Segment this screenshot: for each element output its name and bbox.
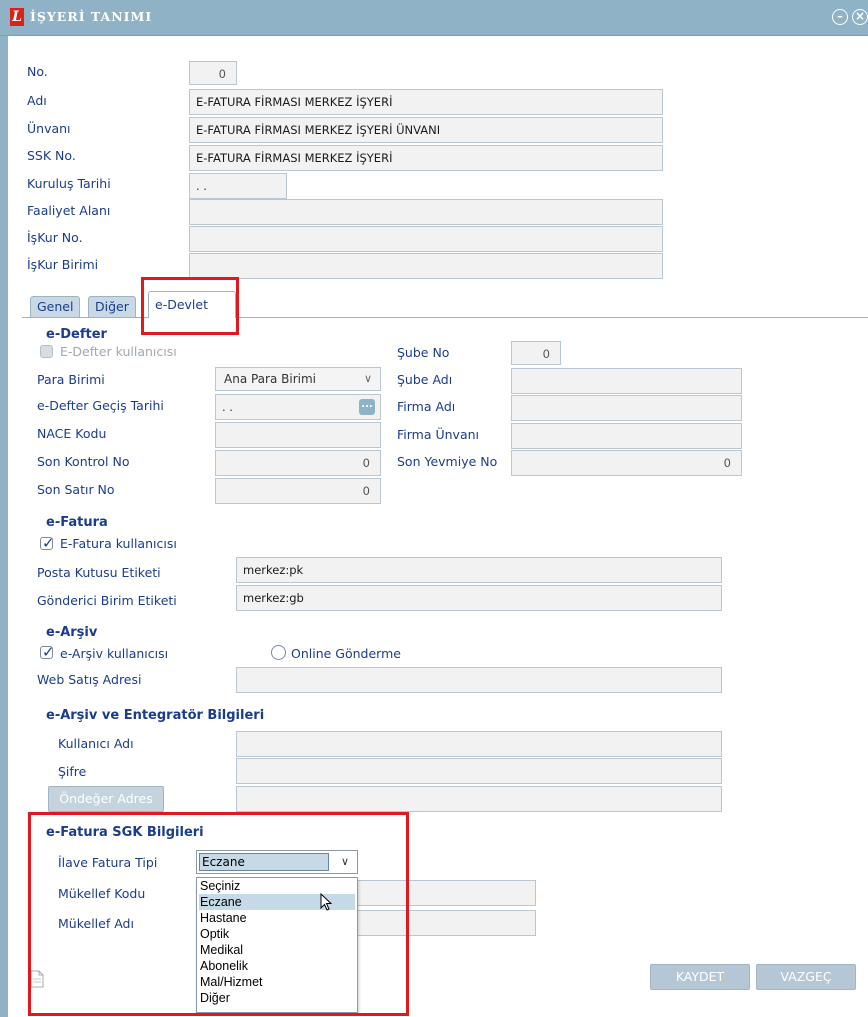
web-satis-field[interactable] [236, 667, 722, 693]
online-gonderme-checkbox[interactable] [271, 645, 286, 660]
kurulus-field[interactable]: . . [189, 173, 287, 199]
iskur-birimi-label: İşKur Birimi [27, 257, 99, 272]
para-birimi-value: Ana Para Birimi [224, 372, 316, 386]
efatura-kullanici-label: E-Fatura kullanıcısı [60, 536, 177, 551]
tab-genel[interactable]: Genel [30, 296, 81, 317]
son-yevmiye-label: Son Yevmiye No [397, 454, 498, 469]
firma-unvani-field[interactable] [511, 423, 742, 449]
firma-unvani-label: Firma Ünvanı [397, 427, 480, 442]
ssk-field[interactable]: E-FATURA FİRMASI MERKEZ İŞYERİ [189, 145, 663, 171]
son-yevmiye-field[interactable]: 0 [511, 450, 742, 476]
online-gonderme-label: Online Gönderme [291, 646, 401, 661]
edefter-gecis-label: e-Defter Geçiş Tarihi [37, 398, 164, 413]
son-kontrol-label: Son Kontrol No [37, 454, 130, 469]
firma-adi-label: Firma Adı [397, 399, 456, 414]
earsiv-checkbox[interactable]: ✓ [40, 643, 55, 661]
close-icon[interactable]: × [852, 9, 868, 25]
vazgec-button[interactable]: VAZGEÇ [756, 964, 856, 990]
son-kontrol-field[interactable]: 0 [215, 450, 381, 476]
no-label: No. [27, 64, 48, 79]
sube-no-field[interactable]: 0 [511, 341, 561, 365]
date-picker-button[interactable]: ... [359, 399, 375, 415]
app-logo-icon: L [10, 8, 24, 26]
posta-kutusu-label: Posta Kutusu Etiketi [37, 565, 161, 580]
nace-label: NACE Kodu [37, 426, 107, 441]
earsiv-kullanici-label: e-Arşiv kullanıcısı [60, 646, 169, 661]
iskur-no-field[interactable] [189, 226, 663, 252]
unvan-field[interactable]: E-FATURA FİRMASI MERKEZ İŞYERİ ÜNVANI [189, 117, 663, 143]
efatura-title: e-Fatura [46, 515, 108, 530]
entegrator-title: e-Arşiv ve Entegratör Bilgileri [46, 708, 265, 723]
tab-diger[interactable]: Diğer [88, 296, 136, 317]
nace-field[interactable] [215, 422, 381, 448]
iskur-birimi-field[interactable] [189, 253, 663, 279]
faaliyet-field[interactable] [189, 199, 663, 225]
faaliyet-label: Faaliyet Alanı [27, 203, 111, 218]
chevron-down-icon: ∨ [363, 372, 372, 385]
adi-field[interactable]: E-FATURA FİRMASI MERKEZ İŞYERİ [189, 89, 663, 115]
sube-no-label: Şube No [397, 345, 450, 360]
ondeger-adres-button[interactable]: Öndeğer Adres [48, 786, 164, 812]
sifre-field[interactable] [236, 758, 722, 784]
gonderici-field[interactable]: merkez:gb [236, 585, 722, 611]
window-frame [0, 36, 8, 1017]
efatura-checkbox[interactable]: ✓ [40, 534, 55, 552]
para-birimi-dropdown[interactable]: Ana Para Birimi ∨ [215, 367, 381, 391]
unvan-label: Ünvanı [27, 121, 71, 136]
highlight-box-sgk [28, 812, 409, 1016]
sifre-label: Şifre [58, 764, 87, 779]
kullanici-adi-label: Kullanıcı Adı [58, 736, 134, 751]
edefter-gecis-field[interactable]: . . [215, 394, 381, 420]
kurulus-label: Kuruluş Tarihi [27, 176, 111, 191]
firma-adi-field[interactable] [511, 395, 742, 421]
para-birimi-label: Para Birimi [37, 372, 105, 387]
son-satir-field[interactable]: 0 [215, 478, 381, 504]
earsiv-title: e-Arşiv [46, 625, 98, 640]
posta-kutusu-field[interactable]: merkez:pk [236, 557, 722, 583]
adi-label: Adı [27, 93, 47, 108]
edefter-title: e-Defter [46, 327, 107, 342]
edefter-checkbox[interactable] [40, 345, 53, 358]
ondeger-adres-field[interactable] [236, 786, 722, 812]
web-satis-label: Web Satış Adresi [37, 672, 142, 687]
window-title: İŞYERİ TANIMI [30, 9, 153, 24]
son-satir-label: Son Satır No [37, 482, 115, 497]
gonderici-label: Gönderici Birim Etiketi [37, 593, 177, 608]
sube-adi-label: Şube Adı [397, 372, 453, 387]
edefter-kullanici-label: E-Defter kullanıcısı [60, 344, 177, 359]
sube-adi-field[interactable] [511, 368, 742, 394]
kaydet-button[interactable]: KAYDET [650, 964, 750, 990]
iskur-no-label: İşKur No. [27, 230, 83, 245]
ssk-label: SSK No. [27, 148, 76, 163]
kullanici-adi-field[interactable] [236, 731, 722, 757]
no-field[interactable]: 0 [189, 61, 237, 85]
highlight-box-tab [141, 277, 239, 335]
minimize-icon[interactable]: – [832, 9, 848, 25]
